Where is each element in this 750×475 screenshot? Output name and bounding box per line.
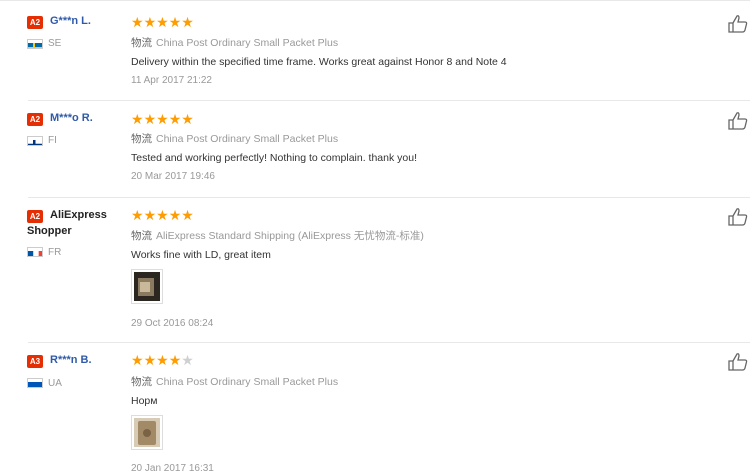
logistics-method: China Post Ordinary Small Packet Plus bbox=[156, 37, 339, 49]
logistics-label: 物流 bbox=[131, 37, 152, 49]
star-icon: ★ bbox=[181, 207, 194, 223]
review-date: 29 Oct 2016 08:24 bbox=[131, 318, 214, 329]
star-icon: ★ bbox=[168, 352, 182, 368]
star-rating: ★★★★★ bbox=[131, 112, 194, 126]
star-empty-icon: ★ bbox=[181, 352, 194, 368]
review-divider bbox=[28, 342, 750, 343]
review-divider bbox=[28, 100, 750, 101]
review-text: Delivery within the specified time frame… bbox=[131, 56, 507, 68]
buyer-country: SE bbox=[48, 38, 62, 49]
star-rating: ★★★★★ bbox=[131, 353, 194, 367]
buyer-country: FI bbox=[48, 135, 57, 146]
star-icon: ★ bbox=[131, 352, 144, 368]
review-photo[interactable] bbox=[131, 415, 163, 450]
star-rating: ★★★★★ bbox=[131, 15, 194, 29]
buyer-name: AliExpress bbox=[50, 209, 107, 221]
country-flag-icon bbox=[27, 378, 43, 388]
buyer-level-badge: A2 bbox=[27, 210, 43, 223]
country-flag-icon bbox=[27, 39, 43, 49]
thumbs-up-icon[interactable] bbox=[727, 352, 749, 372]
star-rating: ★★★★★ bbox=[131, 208, 194, 222]
star-icon: ★ bbox=[168, 111, 182, 127]
top-divider bbox=[0, 0, 750, 1]
star-icon: ★ bbox=[156, 111, 169, 127]
review-text: Works fine with LD, great item bbox=[131, 249, 271, 261]
buyer-name-continued: Shopper bbox=[27, 225, 72, 237]
review-divider bbox=[28, 197, 750, 198]
star-icon: ★ bbox=[143, 14, 157, 30]
buyer-name: R***n B. bbox=[50, 354, 92, 366]
thumbs-up-icon[interactable] bbox=[727, 207, 749, 227]
logistics-info: 物流 China Post Ordinary Small Packet Plus bbox=[131, 35, 338, 50]
star-icon: ★ bbox=[168, 207, 182, 223]
star-icon: ★ bbox=[131, 14, 144, 30]
buyer-name: M***o R. bbox=[50, 112, 93, 124]
buyer-level-badge: A3 bbox=[27, 355, 43, 368]
logistics-method: AliExpress Standard Shipping (AliExpress… bbox=[156, 230, 424, 242]
star-icon: ★ bbox=[143, 352, 157, 368]
star-icon: ★ bbox=[143, 207, 157, 223]
star-icon: ★ bbox=[143, 111, 157, 127]
star-icon: ★ bbox=[168, 14, 182, 30]
review-photo[interactable] bbox=[131, 269, 163, 304]
star-icon: ★ bbox=[131, 111, 144, 127]
review-date: 20 Mar 2017 19:46 bbox=[131, 171, 215, 182]
review-text: Tested and working perfectly! Nothing to… bbox=[131, 152, 417, 164]
star-icon: ★ bbox=[156, 14, 169, 30]
review-date: 11 Apr 2017 21:22 bbox=[131, 75, 212, 86]
star-icon: ★ bbox=[156, 207, 169, 223]
logistics-info: 物流 China Post Ordinary Small Packet Plus bbox=[131, 374, 338, 389]
star-icon: ★ bbox=[131, 207, 144, 223]
star-icon: ★ bbox=[156, 352, 169, 368]
thumbs-up-icon[interactable] bbox=[727, 14, 749, 34]
logistics-method: China Post Ordinary Small Packet Plus bbox=[156, 133, 339, 145]
star-icon: ★ bbox=[181, 14, 194, 30]
buyer-level-badge: A2 bbox=[27, 16, 43, 29]
buyer-name: G***n L. bbox=[50, 15, 91, 27]
thumbs-up-icon[interactable] bbox=[727, 111, 749, 131]
buyer-country: UA bbox=[48, 378, 62, 389]
logistics-label: 物流 bbox=[131, 230, 152, 242]
logistics-info: 物流 AliExpress Standard Shipping (AliExpre… bbox=[131, 228, 424, 243]
logistics-label: 物流 bbox=[131, 376, 152, 388]
review-text: Норм bbox=[131, 395, 158, 407]
country-flag-icon bbox=[27, 247, 43, 257]
logistics-method: China Post Ordinary Small Packet Plus bbox=[156, 376, 339, 388]
logistics-info: 物流 China Post Ordinary Small Packet Plus bbox=[131, 131, 338, 146]
buyer-country: FR bbox=[48, 247, 62, 258]
star-icon: ★ bbox=[181, 111, 194, 127]
country-flag-icon bbox=[27, 136, 43, 146]
logistics-label: 物流 bbox=[131, 133, 152, 145]
buyer-level-badge: A2 bbox=[27, 113, 43, 126]
review-date: 20 Jan 2017 16:31 bbox=[131, 463, 214, 474]
